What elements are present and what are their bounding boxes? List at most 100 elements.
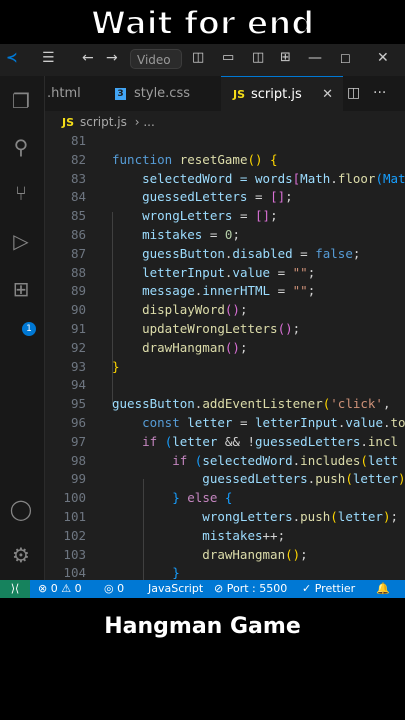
maximize-icon[interactable]: ☐ — [340, 52, 351, 66]
code-token: push — [300, 509, 331, 524]
tab-close-icon[interactable]: ✕ — [322, 77, 333, 112]
breadcrumb-file[interactable]: script.js — [80, 115, 127, 129]
breadcrumb-more[interactable]: ... — [143, 115, 154, 129]
code-line[interactable]: 87 guessButton.disabled = false; — [45, 244, 405, 263]
tab-label: style.css — [134, 86, 190, 101]
code-token: includes — [300, 452, 361, 468]
chevron-right-icon: › — [134, 115, 140, 129]
code-line[interactable]: 83 selectedWord = words[Math.floor(Math — [45, 169, 405, 188]
code-line[interactable]: 94 — [45, 375, 405, 394]
code-token: ; — [300, 546, 308, 562]
code-line[interactable]: 88 letterInput.value = ""; — [45, 263, 405, 282]
code-line[interactable]: 102 mistakes++; — [45, 526, 405, 545]
source-control-icon[interactable]: ⑂ — [8, 180, 34, 206]
code-line[interactable]: 86 mistakes = 0; — [45, 225, 405, 244]
command-search-input[interactable]: Video — [130, 49, 182, 69]
layout-panel-right-icon[interactable]: ◫ — [252, 50, 264, 65]
close-window-icon[interactable]: ✕ — [377, 50, 389, 66]
code-token: "" — [292, 283, 308, 299]
back-arrow-icon[interactable]: ← — [82, 50, 94, 66]
forward-arrow-icon[interactable]: → — [106, 50, 118, 66]
remote-indicator-icon[interactable]: ⟩⟨ — [0, 580, 30, 598]
split-editor-icon[interactable]: ◫ — [347, 76, 360, 111]
code-line[interactable]: 91 updateWrongLetters(); — [45, 319, 405, 338]
code-editor[interactable]: 81 82 function resetGame() {83 selectedWor… — [45, 133, 405, 580]
code-line[interactable]: 85 wrongLetters = []; — [45, 206, 405, 225]
code-line[interactable]: 103 drawHangman(); — [45, 545, 405, 564]
code-line[interactable]: 101 wrongLetters.push(letter); — [45, 507, 405, 526]
code-token: [] — [255, 208, 271, 224]
code-token: ; — [239, 339, 248, 355]
code-token: to — [390, 415, 405, 430]
code-line[interactable]: 92 drawHangman(); — [45, 338, 405, 357]
explorer-icon[interactable]: ❐ — [8, 88, 34, 114]
code-token: ( — [330, 509, 338, 524]
menu-icon[interactable]: ☰ — [42, 50, 55, 66]
code-line[interactable]: 104 } — [45, 563, 405, 580]
settings-gear-icon[interactable]: ⚙ — [8, 542, 34, 568]
code-line[interactable]: 95 guessButton.addEventListener('click', — [45, 394, 405, 413]
account-icon[interactable]: ◯ — [8, 496, 34, 522]
code-token: } — [172, 490, 188, 506]
code-token: letterInput — [255, 415, 338, 430]
customize-layout-icon[interactable]: ⊞ — [280, 50, 291, 65]
code-token: drawHangman — [112, 546, 286, 562]
code-token: mistakes — [112, 527, 263, 543]
code-token: words — [255, 170, 293, 186]
code-token: ; — [285, 189, 293, 205]
prettier-status[interactable]: ✓ Prettier — [302, 580, 355, 598]
run-debug-icon[interactable]: ▷ — [8, 228, 34, 254]
line-number: 91 — [70, 321, 86, 336]
code-line[interactable]: 93} — [45, 357, 405, 376]
code-line[interactable]: 81 — [45, 133, 405, 150]
code-token: guessedLetters — [112, 471, 308, 487]
code-line[interactable]: 98 if (selectedWord.includes(lett — [45, 451, 405, 470]
more-actions-icon[interactable]: ··· — [373, 76, 386, 111]
tab-script-js[interactable]: JS script.js ✕ — [221, 76, 343, 111]
code-token: ; — [307, 264, 316, 280]
line-number: 85 — [70, 208, 86, 224]
code-token: else — [187, 490, 225, 506]
notifications-bell-icon[interactable]: 🔔 — [376, 580, 390, 598]
layout-panel-left-icon[interactable]: ◫ — [192, 50, 204, 65]
line-number: 96 — [70, 415, 86, 430]
layout-panel-icon[interactable]: ▭ — [222, 50, 234, 65]
code-token: incl — [367, 433, 399, 449]
tab-style-css[interactable]: 3 style.css — [105, 76, 220, 111]
code-line[interactable]: 100 } else { — [45, 488, 405, 507]
live-server-status[interactable]: ⊘ Port : 5500 — [214, 580, 287, 598]
code-token: value — [345, 415, 383, 430]
code-line[interactable]: 99 guessedLetters.push(letter) — [45, 469, 405, 488]
code-line[interactable]: 89 message.innerHTML = ""; — [45, 281, 405, 300]
error-count: 0 — [50, 582, 58, 595]
code-line[interactable]: 97 if (letter && !guessedLetters.incl — [45, 432, 405, 451]
code-line[interactable]: 84 guessedLetters = []; — [45, 187, 405, 206]
code-token: push — [315, 471, 346, 487]
code-line[interactable]: 82 function resetGame() { — [45, 150, 405, 169]
breadcrumb: JS script.js › ... — [45, 111, 405, 133]
css-file-icon: 3 — [115, 87, 126, 100]
extensions-icon[interactable]: ⊞ — [8, 276, 34, 302]
line-number: 99 — [70, 471, 86, 487]
line-number: 103 — [63, 546, 86, 562]
code-token: wrongLetters — [112, 509, 293, 524]
code-token: [] — [270, 189, 286, 205]
minimize-icon[interactable]: — — [308, 50, 322, 66]
language-mode[interactable]: JavaScript — [148, 580, 203, 598]
code-token: () — [224, 302, 240, 318]
search-icon[interactable]: ⚲ — [8, 134, 34, 160]
code-token: selectedWord — [202, 452, 293, 468]
code-token: = — [209, 227, 225, 242]
code-line[interactable]: 90 displayWord(); — [45, 300, 405, 319]
code-token: drawHangman — [112, 339, 225, 355]
problems-status[interactable]: ⊗ 0 ⚠ 0 — [38, 580, 82, 598]
ports-status[interactable]: ◎ 0 — [104, 580, 124, 598]
code-token: if — [112, 433, 165, 449]
code-token: letter — [337, 509, 383, 524]
tab-label: .html — [47, 86, 81, 101]
code-line[interactable]: 96 const letter = letterInput.value.to — [45, 413, 405, 432]
code-token: guessButton — [112, 396, 195, 412]
line-number: 87 — [70, 245, 86, 261]
tab-html[interactable]: .html — [45, 76, 107, 111]
code-token: "" — [292, 264, 308, 280]
